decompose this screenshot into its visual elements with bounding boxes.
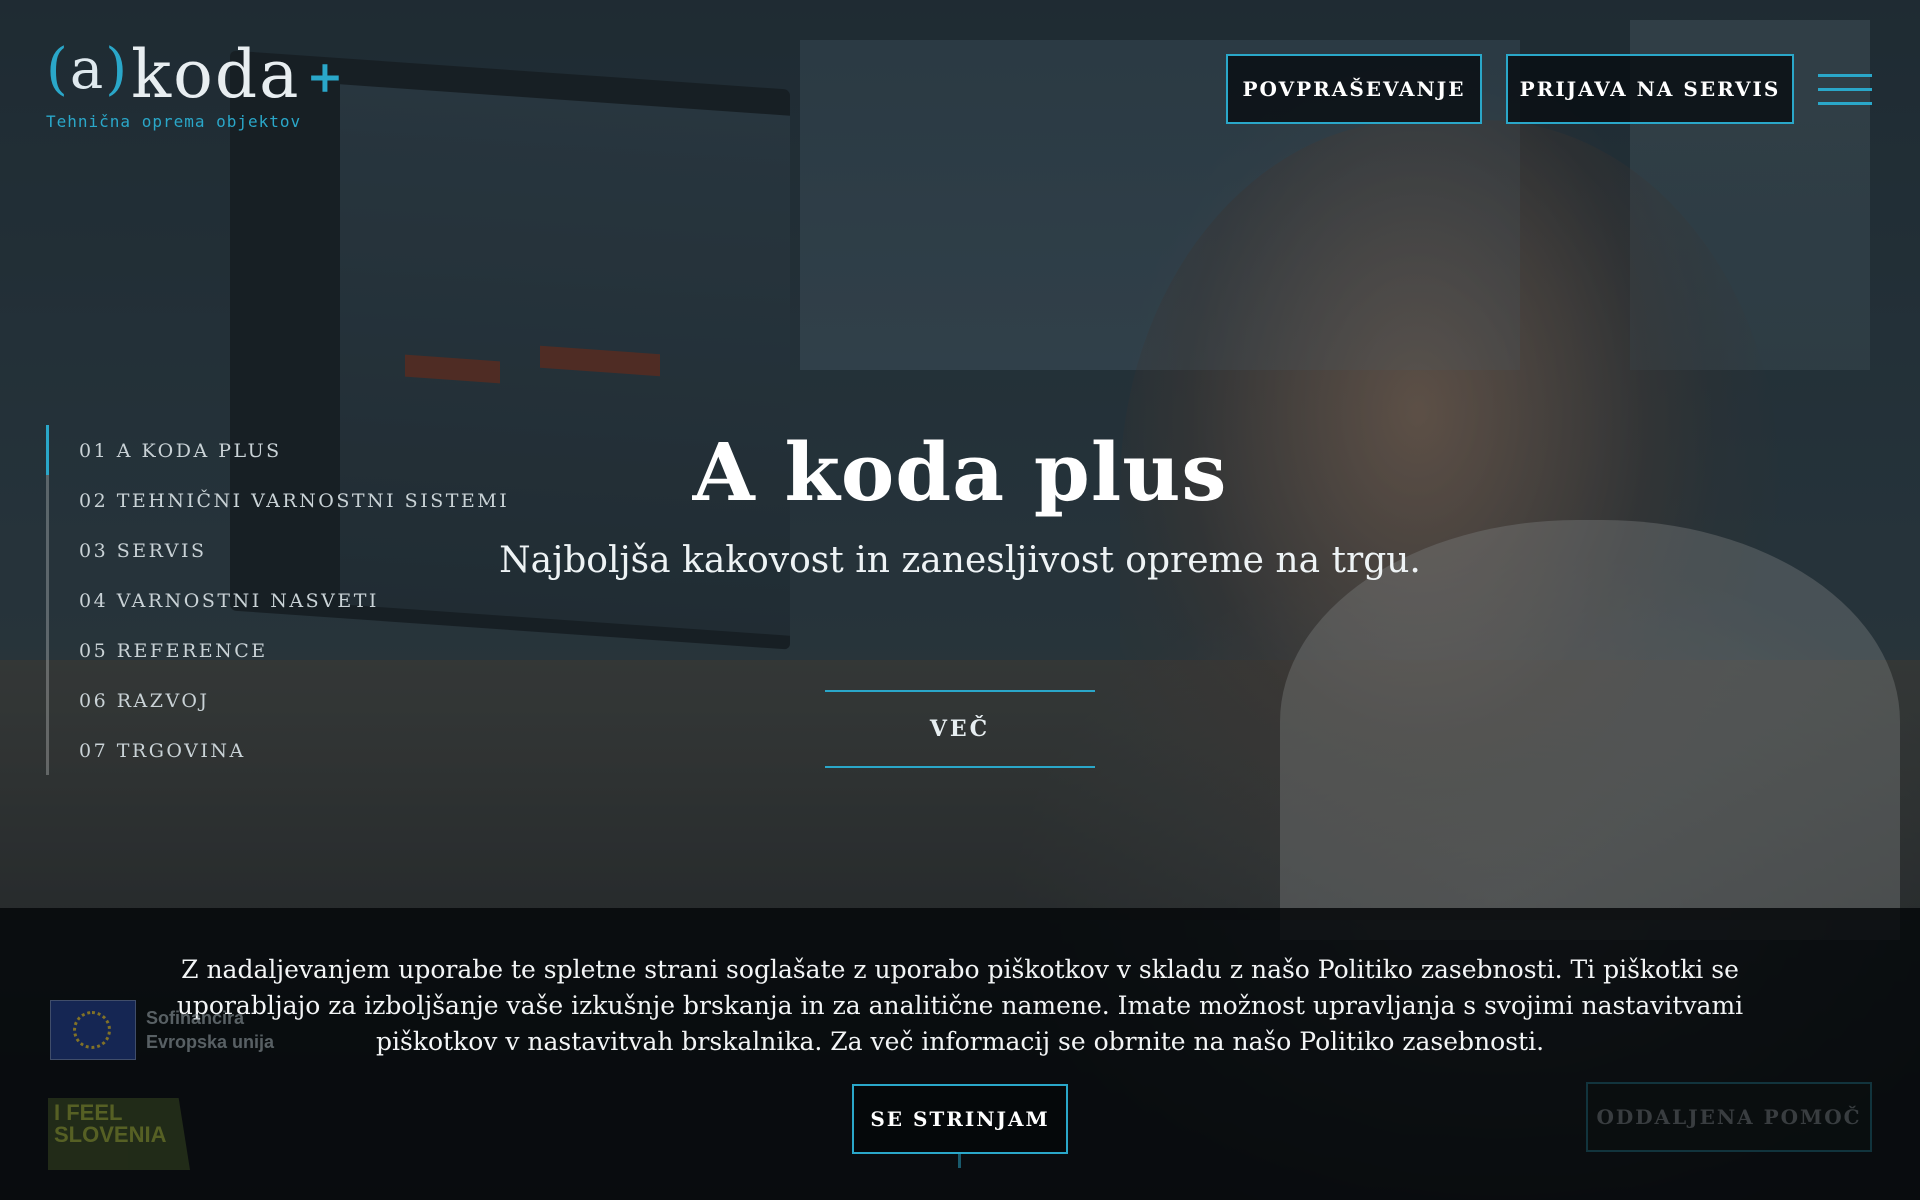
i-feel-slovenia-badge: I FEEL SLOVENIA bbox=[48, 1098, 190, 1170]
eu-funding-badge: Sofinancira Evropska unija bbox=[50, 1000, 274, 1060]
hero-title: A koda plus bbox=[692, 425, 1228, 519]
logo-paren-open: ( bbox=[46, 37, 68, 102]
logo-plus: + bbox=[306, 52, 344, 103]
ifeel-line1: I FEEL bbox=[54, 1100, 123, 1125]
eu-badge-line2: Evropska unija bbox=[146, 1032, 275, 1052]
section-nav-item-varnostni-nasveti[interactable]: 04 VARNOSTNI NASVETI bbox=[79, 575, 509, 625]
logo-wordmark: koda bbox=[131, 36, 301, 113]
cookie-notice-text: Z nadaljevanjem uporabe te spletne stran… bbox=[176, 955, 1744, 1056]
more-button[interactable]: VEČ bbox=[825, 690, 1095, 768]
hero-subtitle: Najboljša kakovost in zanesljivost oprem… bbox=[499, 540, 1421, 581]
service-request-button[interactable]: PRIJAVA NA SERVIS bbox=[1506, 54, 1794, 124]
hamburger-line bbox=[1818, 102, 1872, 105]
logo-paren-close: ) bbox=[105, 37, 128, 102]
section-nav-item-trgovina[interactable]: 07 TRGOVINA bbox=[79, 725, 509, 775]
remote-help-button[interactable]: ODDALJENA POMOČ bbox=[1586, 1082, 1872, 1152]
hamburger-line bbox=[1818, 74, 1872, 77]
cookie-accept-button[interactable]: SE STRINJAM bbox=[852, 1084, 1068, 1154]
site-logo[interactable]: ( a ) koda + Tehnična oprema objektov bbox=[46, 32, 344, 132]
logo-tagline: Tehnična oprema objektov bbox=[46, 112, 302, 131]
section-nav-item-reference[interactable]: 05 REFERENCE bbox=[79, 625, 509, 675]
logo-mark: ( a ) koda + bbox=[46, 32, 344, 108]
ifeel-line2: SLOVENIA bbox=[54, 1122, 167, 1147]
logo-letter: a bbox=[69, 37, 104, 102]
hamburger-line bbox=[1818, 88, 1872, 91]
eu-badge-line1: Sofinancira bbox=[146, 1008, 245, 1028]
section-nav-item-razvoj[interactable]: 06 RAZVOJ bbox=[79, 675, 509, 725]
scroll-indicator bbox=[958, 1154, 961, 1168]
eu-flag-icon bbox=[50, 1000, 136, 1060]
hamburger-menu-icon[interactable] bbox=[1818, 74, 1872, 106]
inquiry-button[interactable]: POVPRAŠEVANJE bbox=[1226, 54, 1482, 124]
